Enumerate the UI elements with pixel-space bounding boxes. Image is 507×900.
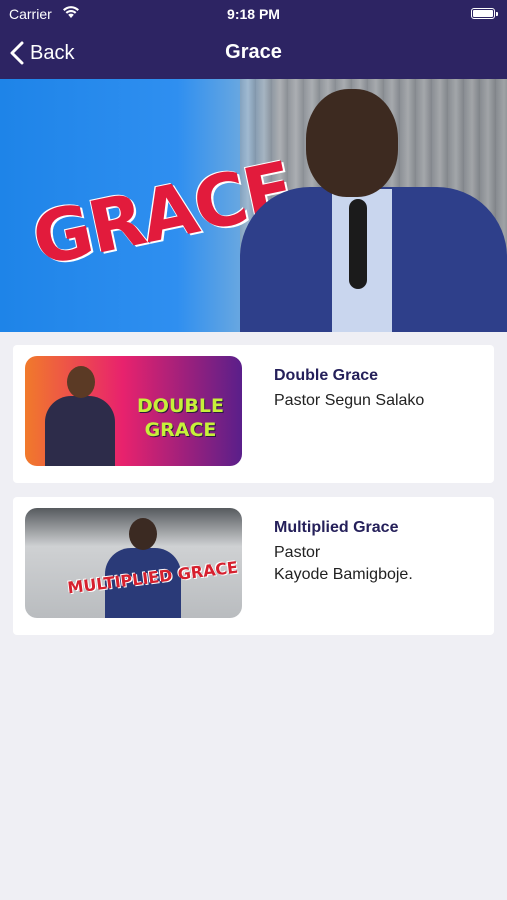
top-bar: Carrier 9:18 PM Back Grace	[0, 0, 507, 79]
hero-banner-image: GRACE	[0, 79, 507, 332]
page-title: Grace	[225, 41, 282, 63]
item-title: Double Grace	[274, 367, 379, 384]
item-subtitle: Pastor Segun Salako	[274, 392, 425, 409]
thumbnail-image: DOUBLE GRACE	[25, 356, 242, 466]
battery-icon	[471, 8, 498, 19]
sermon-list: DOUBLE GRACE Double Grace Pastor Segun S…	[13, 345, 494, 649]
thumbnail-text: DOUBLE GRACE	[137, 395, 224, 441]
item-title: Multiplied Grace	[274, 519, 399, 536]
status-time: 9:18 PM	[227, 6, 280, 22]
navigation-bar: Back Grace	[0, 28, 507, 79]
status-bar: Carrier 9:18 PM	[0, 0, 507, 28]
hero-speaker-image	[240, 87, 507, 332]
list-item[interactable]: MULTIPLIED GRACE Multiplied Grace Pastor…	[13, 497, 494, 635]
list-item[interactable]: DOUBLE GRACE Double Grace Pastor Segun S…	[13, 345, 494, 483]
item-subtitle: Pastor Kayode Bamigboje.	[274, 544, 413, 583]
microphone-icon	[349, 199, 367, 289]
thumbnail-image: MULTIPLIED GRACE	[25, 508, 242, 618]
